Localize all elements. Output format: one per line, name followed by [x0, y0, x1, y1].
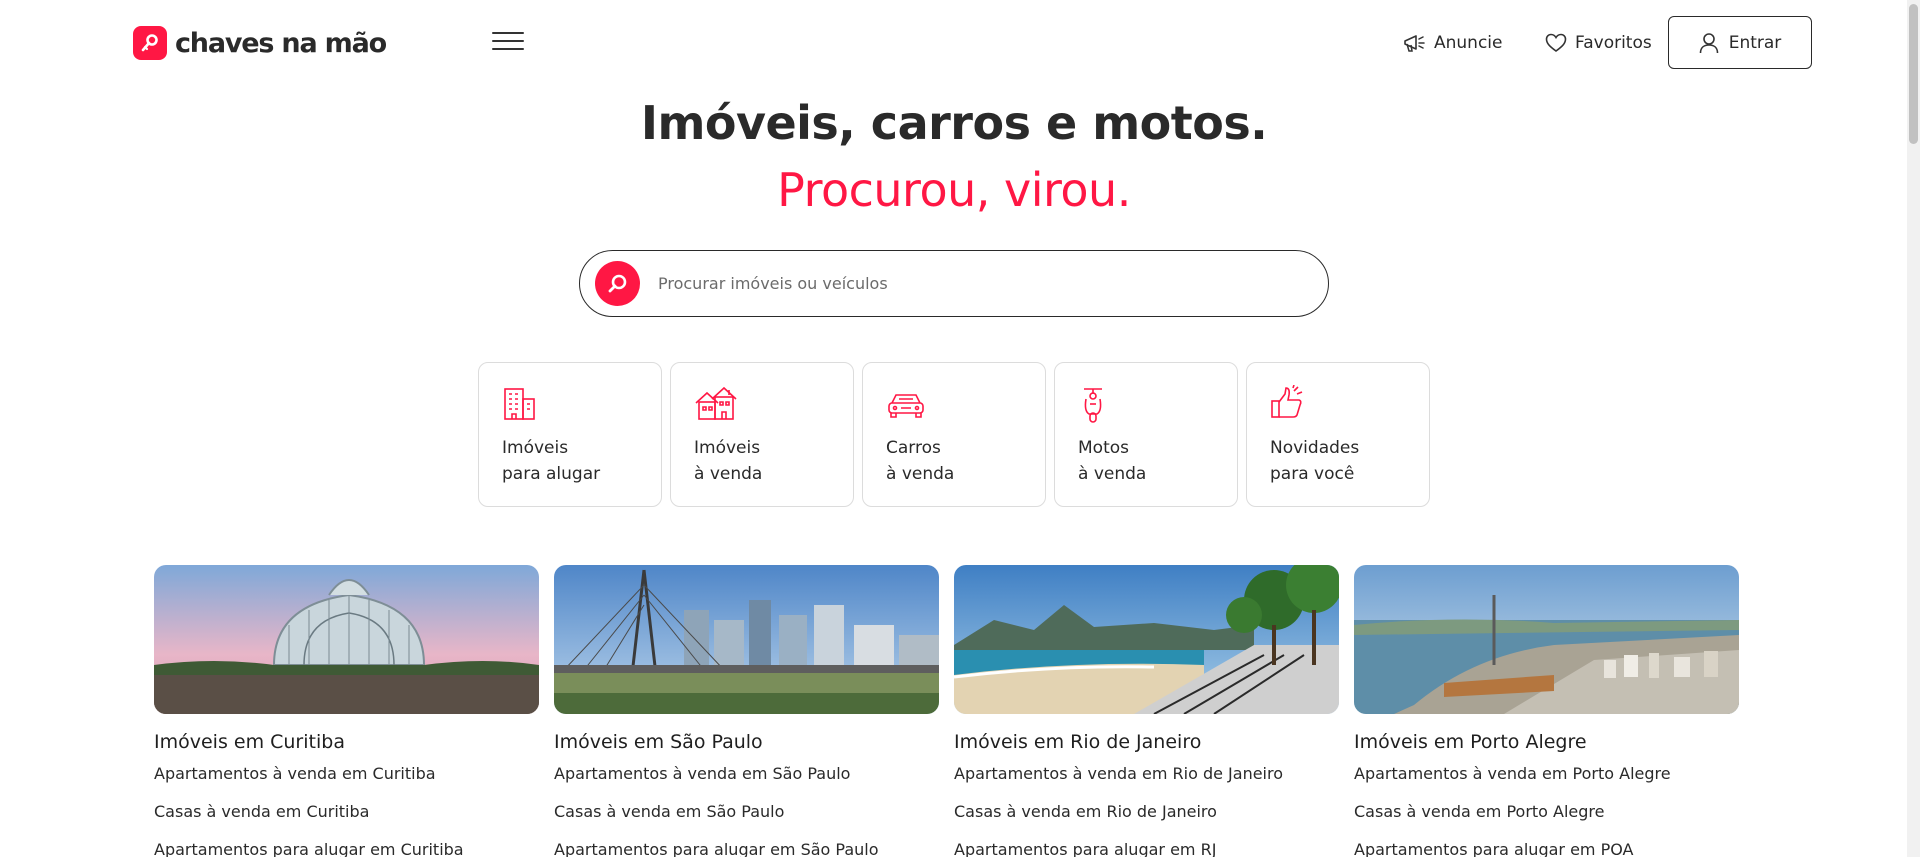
megaphone-icon	[1404, 35, 1425, 52]
city-link[interactable]: Apartamentos à venda em Curitiba	[154, 764, 539, 802]
scooter-icon	[1078, 385, 1214, 425]
city-link[interactable]: Casas à venda em Rio de Janeiro	[954, 802, 1339, 840]
category-imoveis-venda[interactable]: Imóveis à venda	[670, 362, 854, 507]
city-card-porto-alegre: Imóveis em Porto Alegre Apartamentos à v…	[1354, 565, 1739, 857]
city-link[interactable]: Casas à venda em Curitiba	[154, 802, 539, 840]
rio-de-janeiro-photo[interactable]	[954, 565, 1339, 714]
city-card-rio-de-janeiro: Imóveis em Rio de Janeiro Apartamentos à…	[954, 565, 1339, 857]
category-carros-venda[interactable]: Carros à venda	[862, 362, 1046, 507]
search-icon	[608, 274, 626, 292]
heart-icon	[1545, 33, 1567, 52]
search-input[interactable]	[658, 274, 1258, 293]
entrar-label: Entrar	[1728, 32, 1782, 53]
city-link[interactable]: Apartamentos à venda em Porto Alegre	[1354, 764, 1739, 802]
city-title[interactable]: Imóveis em Porto Alegre	[1354, 731, 1739, 753]
curitiba-photo[interactable]	[154, 565, 539, 714]
page-scrollbar[interactable]	[1907, 0, 1920, 857]
city-link[interactable]: Apartamentos para alugar em Curitiba	[154, 840, 539, 857]
city-sections: Imóveis em Curitiba Apartamentos à venda…	[154, 565, 1739, 857]
city-link[interactable]: Apartamentos para alugar em POA	[1354, 840, 1739, 857]
sao-paulo-photo[interactable]	[554, 565, 939, 714]
entrar-button[interactable]: Entrar	[1668, 16, 1812, 69]
key-logo-icon	[133, 26, 167, 60]
city-link[interactable]: Casas à venda em São Paulo	[554, 802, 939, 840]
search-bar	[579, 250, 1329, 317]
anuncie-link[interactable]: Anuncie	[1402, 28, 1502, 58]
car-icon	[886, 385, 1022, 425]
category-imoveis-alugar[interactable]: Imóveis para alugar	[478, 362, 662, 507]
search-button[interactable]	[595, 261, 640, 306]
brand-name: chaves na mão	[175, 27, 387, 59]
category-label-line1: Imóveis	[694, 438, 761, 458]
city-link[interactable]: Apartamentos à venda em São Paulo	[554, 764, 939, 802]
anuncie-label: Anuncie	[1434, 33, 1503, 53]
city-link[interactable]: Casas à venda em Porto Alegre	[1354, 802, 1739, 840]
category-label-line2: à venda	[886, 464, 955, 484]
city-card-curitiba: Imóveis em Curitiba Apartamentos à venda…	[154, 565, 539, 857]
favoritos-label: Favoritos	[1575, 33, 1652, 53]
hamburger-menu-icon[interactable]	[492, 32, 526, 54]
category-label-line2: à venda	[1078, 464, 1147, 484]
category-label-line1: Motos	[1078, 438, 1129, 458]
city-link[interactable]: Apartamentos para alugar em São Paulo	[554, 840, 939, 857]
city-title[interactable]: Imóveis em Curitiba	[154, 731, 539, 753]
category-label-line1: Novidades	[1270, 438, 1360, 458]
city-card-sao-paulo: Imóveis em São Paulo Apartamentos à vend…	[554, 565, 939, 857]
city-link[interactable]: Apartamentos para alugar em RJ	[954, 840, 1339, 857]
scrollbar-thumb[interactable]	[1909, 4, 1918, 144]
category-cards: Imóveis para alugar Imóveis à venda Carr…	[478, 362, 1430, 507]
hero-title: Imóveis, carros e motos.	[640, 96, 1268, 150]
category-label-line2: para você	[1270, 464, 1355, 484]
category-motos-venda[interactable]: Motos à venda	[1054, 362, 1238, 507]
category-label-line2: para alugar	[502, 464, 601, 484]
favoritos-link[interactable]: Favoritos	[1545, 28, 1652, 58]
city-link[interactable]: Apartamentos à venda em Rio de Janeiro	[954, 764, 1339, 802]
user-icon	[1699, 32, 1719, 53]
category-label-line1: Carros	[886, 438, 941, 458]
city-title[interactable]: Imóveis em São Paulo	[554, 731, 939, 753]
category-label-line2: à venda	[694, 464, 763, 484]
hero-subtitle: Procurou, virou.	[777, 163, 1131, 217]
porto-alegre-photo[interactable]	[1354, 565, 1739, 714]
house-icon	[694, 385, 830, 425]
thumbs-up-icon	[1270, 384, 1406, 425]
category-novidades[interactable]: Novidades para você	[1246, 362, 1430, 507]
category-label-line1: Imóveis	[502, 438, 569, 458]
brand-logo[interactable]: chaves na mão	[133, 26, 387, 60]
building-icon	[502, 385, 638, 425]
city-title[interactable]: Imóveis em Rio de Janeiro	[954, 731, 1339, 753]
